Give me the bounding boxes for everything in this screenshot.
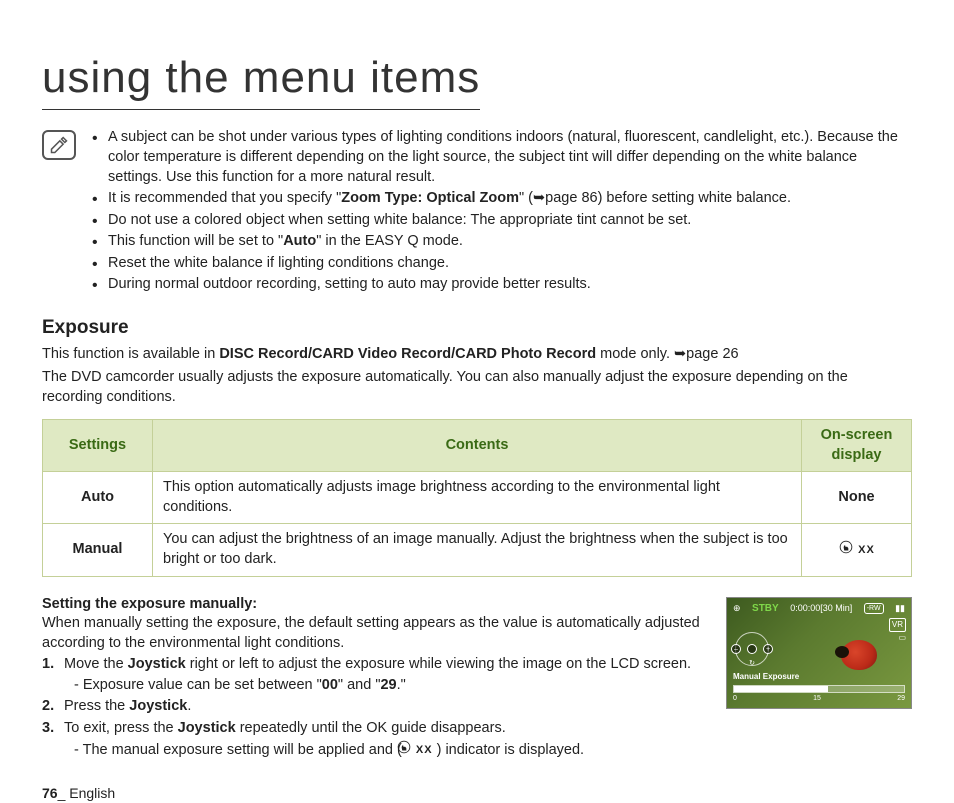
joystick-ring-icon: – + ↻	[735, 632, 769, 666]
note-block: A subject can be shot under various type…	[42, 128, 912, 297]
lcd-preview: ⊕ STBY 0:00:00[30 Min] -RW ▮▮ VR ▭ – + ↻…	[726, 597, 912, 709]
exposure-intro-1: This function is available in DISC Recor…	[42, 345, 912, 365]
battery-icon: ▮▮	[895, 602, 905, 614]
th-settings: Settings	[43, 420, 153, 472]
bar-cur: 15	[813, 694, 821, 703]
step-sub: The manual exposure setting will be appl…	[64, 740, 710, 761]
settings-table: Settings Contents On-screen display Auto…	[42, 419, 912, 576]
manual-intro: When manually setting the exposure, the …	[42, 614, 710, 653]
page-title: using the menu items	[42, 48, 480, 110]
step-item: To exit, press the Joystick repeatedly u…	[42, 719, 710, 760]
vr-icon: VR	[889, 618, 906, 632]
table-row: ManualYou can adjust the brightness of a…	[43, 524, 912, 576]
exposure-intro-2: The DVD camcorder usually adjusts the ex…	[42, 368, 912, 407]
rec-icon: ⊕	[733, 602, 741, 614]
step-sub: Exposure value can be set between "00" a…	[64, 676, 710, 696]
page-footer: 76_ English	[42, 784, 912, 803]
exposure-heading: Exposure	[42, 315, 912, 341]
exposure-bar	[733, 685, 905, 693]
cell-display: None	[802, 472, 912, 524]
note-bullet: A subject can be shot under various type…	[90, 128, 912, 187]
joystick-right-icon: +	[763, 644, 773, 654]
bar-max: 29	[897, 694, 905, 703]
steps-list: Move the Joystick right or left to adjus…	[42, 655, 710, 760]
stby-label: STBY	[752, 602, 779, 616]
th-display: On-screen display	[802, 420, 912, 472]
joystick-left-icon: –	[731, 644, 741, 654]
manual-exposure-icon	[838, 540, 854, 561]
note-bullet: During normal outdoor recording, setting…	[90, 275, 912, 295]
manual-exposure-icon	[406, 740, 412, 761]
table-row: AutoThis option automatically adjusts im…	[43, 472, 912, 524]
page-number: 76	[42, 785, 58, 801]
pencil-note-icon	[42, 130, 76, 160]
joystick-down-icon: ↻	[747, 659, 757, 669]
joystick-center-icon	[747, 644, 757, 654]
disc-rw-icon: -RW	[864, 603, 884, 614]
manual-exposure-label: Manual Exposure	[733, 672, 905, 683]
cell-setting: Manual	[43, 524, 153, 576]
cell-contents: This option automatically adjusts image …	[153, 472, 802, 524]
th-contents: Contents	[153, 420, 802, 472]
step-item: Move the Joystick right or left to adjus…	[42, 655, 710, 695]
note-bullet: Reset the white balance if lighting cond…	[90, 254, 912, 274]
cell-setting: Auto	[43, 472, 153, 524]
manual-heading: Setting the exposure manually:	[42, 595, 710, 615]
cell-display: XX	[802, 524, 912, 576]
step-item: Press the Joystick.	[42, 697, 710, 717]
ladybug-subject	[841, 640, 877, 670]
note-bullet: This function will be set to "Auto" in t…	[90, 232, 912, 252]
note-bullet: Do not use a colored object when setting…	[90, 211, 912, 231]
card-icon: ▭	[889, 632, 906, 644]
time-label: 0:00:00[30 Min]	[790, 602, 852, 614]
note-bullet: It is recommended that you specify "Zoom…	[90, 189, 912, 209]
bar-min: 0	[733, 694, 737, 703]
cell-contents: You can adjust the brightness of an imag…	[153, 524, 802, 576]
note-bullet-list: A subject can be shot under various type…	[90, 128, 912, 297]
